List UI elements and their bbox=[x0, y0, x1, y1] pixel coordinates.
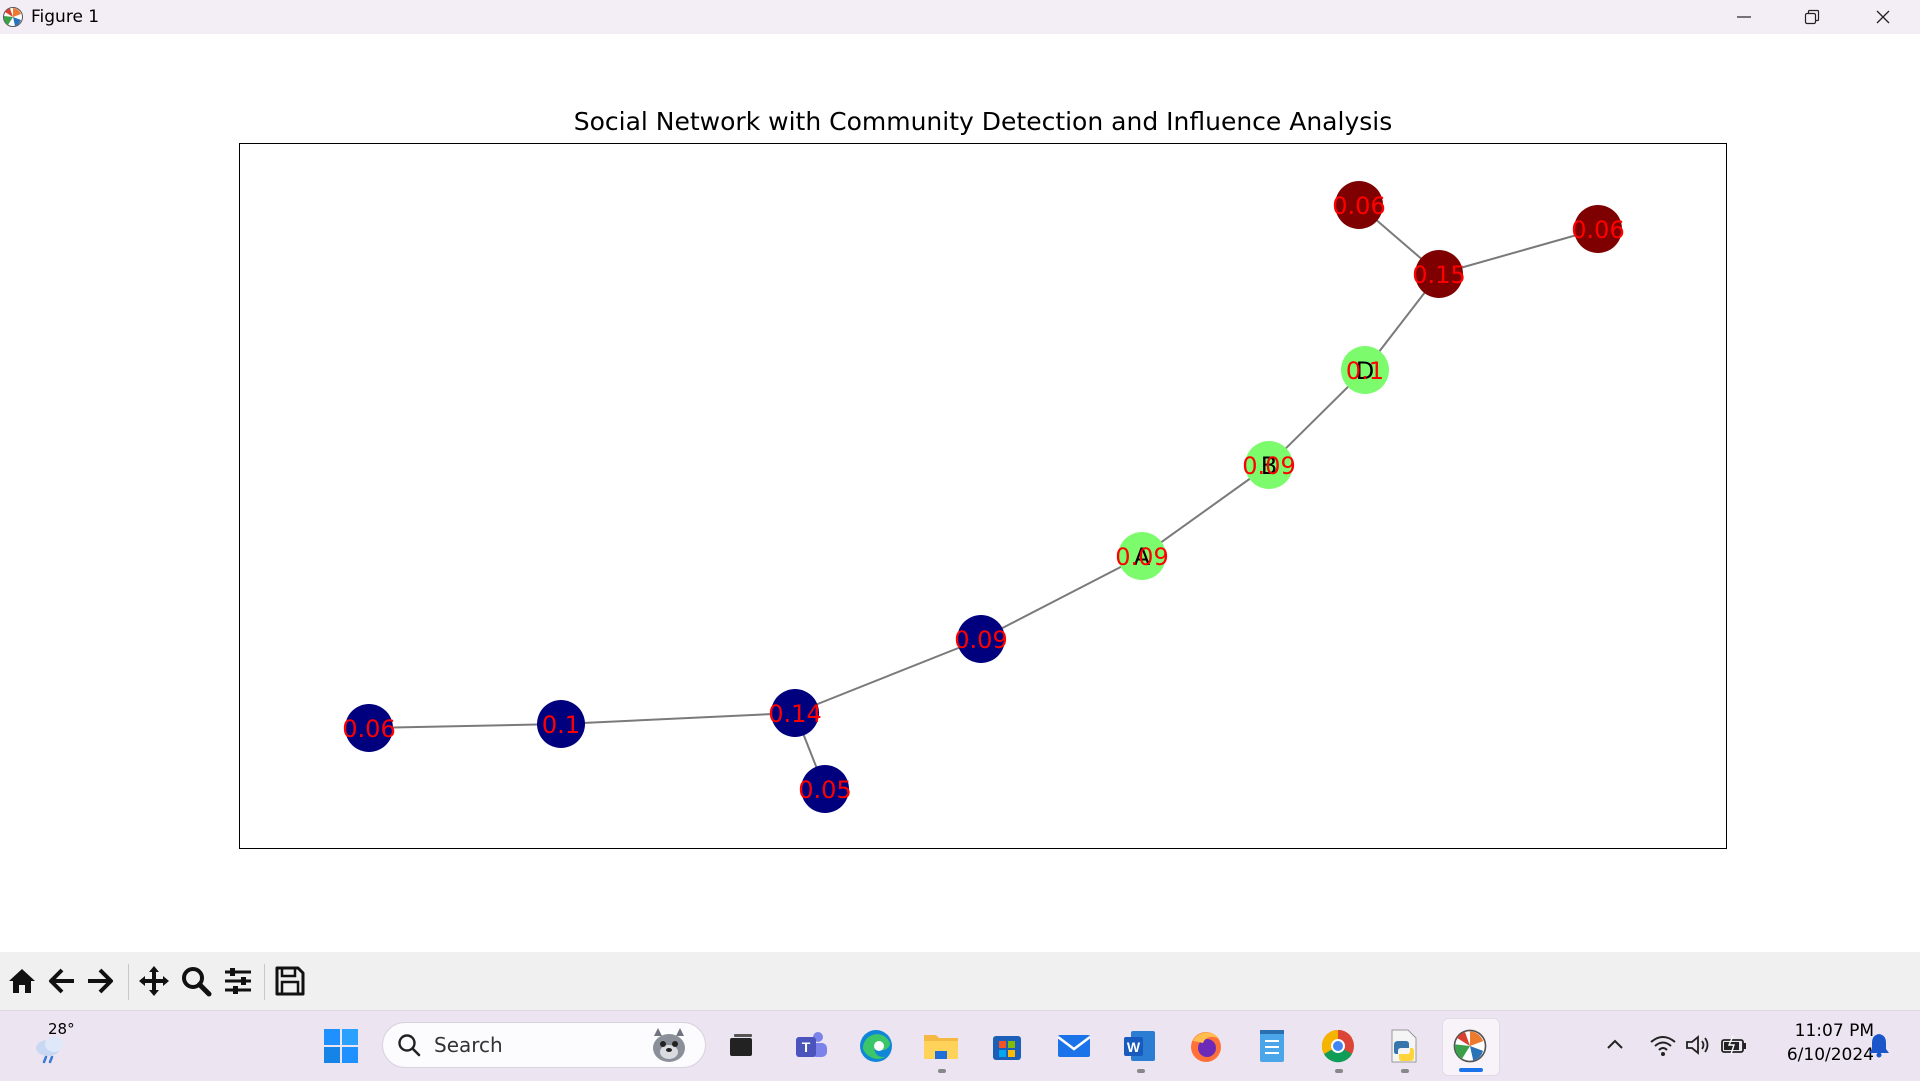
python-file-icon bbox=[1391, 1029, 1417, 1063]
search-icon bbox=[398, 1034, 421, 1057]
taskbar-word[interactable]: W bbox=[1117, 1023, 1163, 1069]
node-influence-label: 0.1 bbox=[542, 711, 580, 739]
node-influence-label: 0.06 bbox=[1571, 216, 1624, 244]
notepad-icon bbox=[1260, 1030, 1284, 1062]
teams-icon: T bbox=[796, 1032, 827, 1057]
taskbar-python[interactable] bbox=[1381, 1023, 1427, 1069]
running-indicator bbox=[1335, 1069, 1343, 1073]
search-highlight-icon bbox=[653, 1028, 685, 1062]
node-influence-label: 0.06 bbox=[1332, 192, 1385, 220]
svg-text:W: W bbox=[1127, 1039, 1141, 1055]
taskbar-task-view[interactable] bbox=[718, 1023, 764, 1069]
graph-edge bbox=[560, 712, 796, 725]
file-explorer-icon bbox=[924, 1035, 958, 1059]
forward-icon bbox=[88, 968, 113, 994]
save-icon bbox=[275, 966, 305, 996]
node-influence-label: 0.15 bbox=[1412, 261, 1465, 289]
store-icon bbox=[993, 1036, 1021, 1060]
volume-icon bbox=[1686, 1035, 1709, 1055]
word-icon: W bbox=[1124, 1031, 1155, 1061]
network-graph: 0.06 0.1 0.140.050.09A0.09B0.09D0.10.150.0… bbox=[342, 181, 1625, 813]
home-icon bbox=[9, 969, 35, 993]
matplotlib-icon bbox=[1453, 1029, 1487, 1063]
chevron-up-icon bbox=[1607, 1039, 1623, 1049]
wifi-button[interactable] bbox=[1648, 1030, 1678, 1060]
running-indicator bbox=[938, 1069, 946, 1073]
toolbar-separator bbox=[128, 964, 129, 1000]
configure-subplots-button[interactable] bbox=[220, 960, 256, 1002]
wifi-icon bbox=[1650, 1036, 1676, 1056]
battery-icon bbox=[1721, 1035, 1746, 1055]
volume-button[interactable] bbox=[1683, 1030, 1713, 1060]
node-influence-label: 0.14 bbox=[768, 700, 821, 728]
toolbar-separator bbox=[264, 964, 265, 1000]
pan-button[interactable] bbox=[136, 960, 172, 1002]
taskbar-clock[interactable]: 11:07 PM 6/10/2024 bbox=[1760, 1019, 1874, 1067]
taskbar-file-explorer[interactable] bbox=[918, 1023, 964, 1069]
running-indicator bbox=[1137, 1069, 1145, 1073]
task-view-icon bbox=[730, 1034, 752, 1056]
firefox-icon bbox=[1191, 1032, 1221, 1062]
node-influence-label: 0.09 bbox=[1242, 452, 1295, 480]
graph-edge bbox=[794, 638, 982, 714]
active-app-indicator bbox=[1459, 1068, 1483, 1072]
node-influence-label: 0.09 bbox=[954, 626, 1007, 654]
show-hidden-icons-button[interactable] bbox=[1600, 1030, 1630, 1060]
start-button[interactable] bbox=[318, 1023, 364, 1069]
chrome-icon bbox=[1321, 1029, 1354, 1063]
taskbar-edge[interactable] bbox=[853, 1023, 899, 1069]
battery-button[interactable] bbox=[1719, 1030, 1749, 1060]
configure-subplots-icon bbox=[225, 968, 251, 994]
node-influence-label: 0.09 bbox=[1115, 543, 1168, 571]
notification-bell-icon bbox=[1869, 1034, 1889, 1058]
forward-button[interactable] bbox=[82, 960, 118, 1002]
taskbar-store[interactable] bbox=[984, 1023, 1030, 1069]
zoom-icon bbox=[182, 967, 212, 997]
graph-edge bbox=[368, 723, 562, 729]
node-influence-label: 0.05 bbox=[798, 776, 851, 804]
notifications-button[interactable] bbox=[1864, 1030, 1894, 1060]
edge-icon bbox=[860, 1030, 892, 1062]
node-influence-label: 0.1 bbox=[1346, 357, 1384, 385]
save-button[interactable] bbox=[272, 960, 308, 1002]
node-influence-label: 0.06 bbox=[342, 715, 395, 743]
taskbar-chrome[interactable] bbox=[1315, 1023, 1361, 1069]
pan-icon bbox=[139, 966, 169, 996]
weather-temperature: 28° bbox=[48, 1020, 75, 1038]
home-button[interactable] bbox=[4, 960, 40, 1002]
taskbar-teams[interactable]: T bbox=[788, 1023, 834, 1069]
back-button[interactable] bbox=[44, 960, 80, 1002]
taskbar-matplotlib[interactable] bbox=[1447, 1023, 1493, 1069]
clock-date: 6/10/2024 bbox=[1786, 1045, 1874, 1065]
zoom-button[interactable] bbox=[178, 960, 214, 1002]
windows-start-icon bbox=[324, 1029, 358, 1063]
mail-icon bbox=[1057, 1035, 1091, 1057]
search-placeholder: Search bbox=[434, 1033, 503, 1057]
taskbar-firefox[interactable] bbox=[1183, 1023, 1229, 1069]
clock-time: 11:07 PM bbox=[1794, 1021, 1874, 1041]
taskbar-notepad[interactable] bbox=[1249, 1023, 1295, 1069]
taskbar-mail[interactable] bbox=[1051, 1023, 1097, 1069]
svg-text:T: T bbox=[802, 1039, 811, 1055]
running-indicator bbox=[1401, 1069, 1409, 1073]
back-icon bbox=[49, 968, 74, 994]
